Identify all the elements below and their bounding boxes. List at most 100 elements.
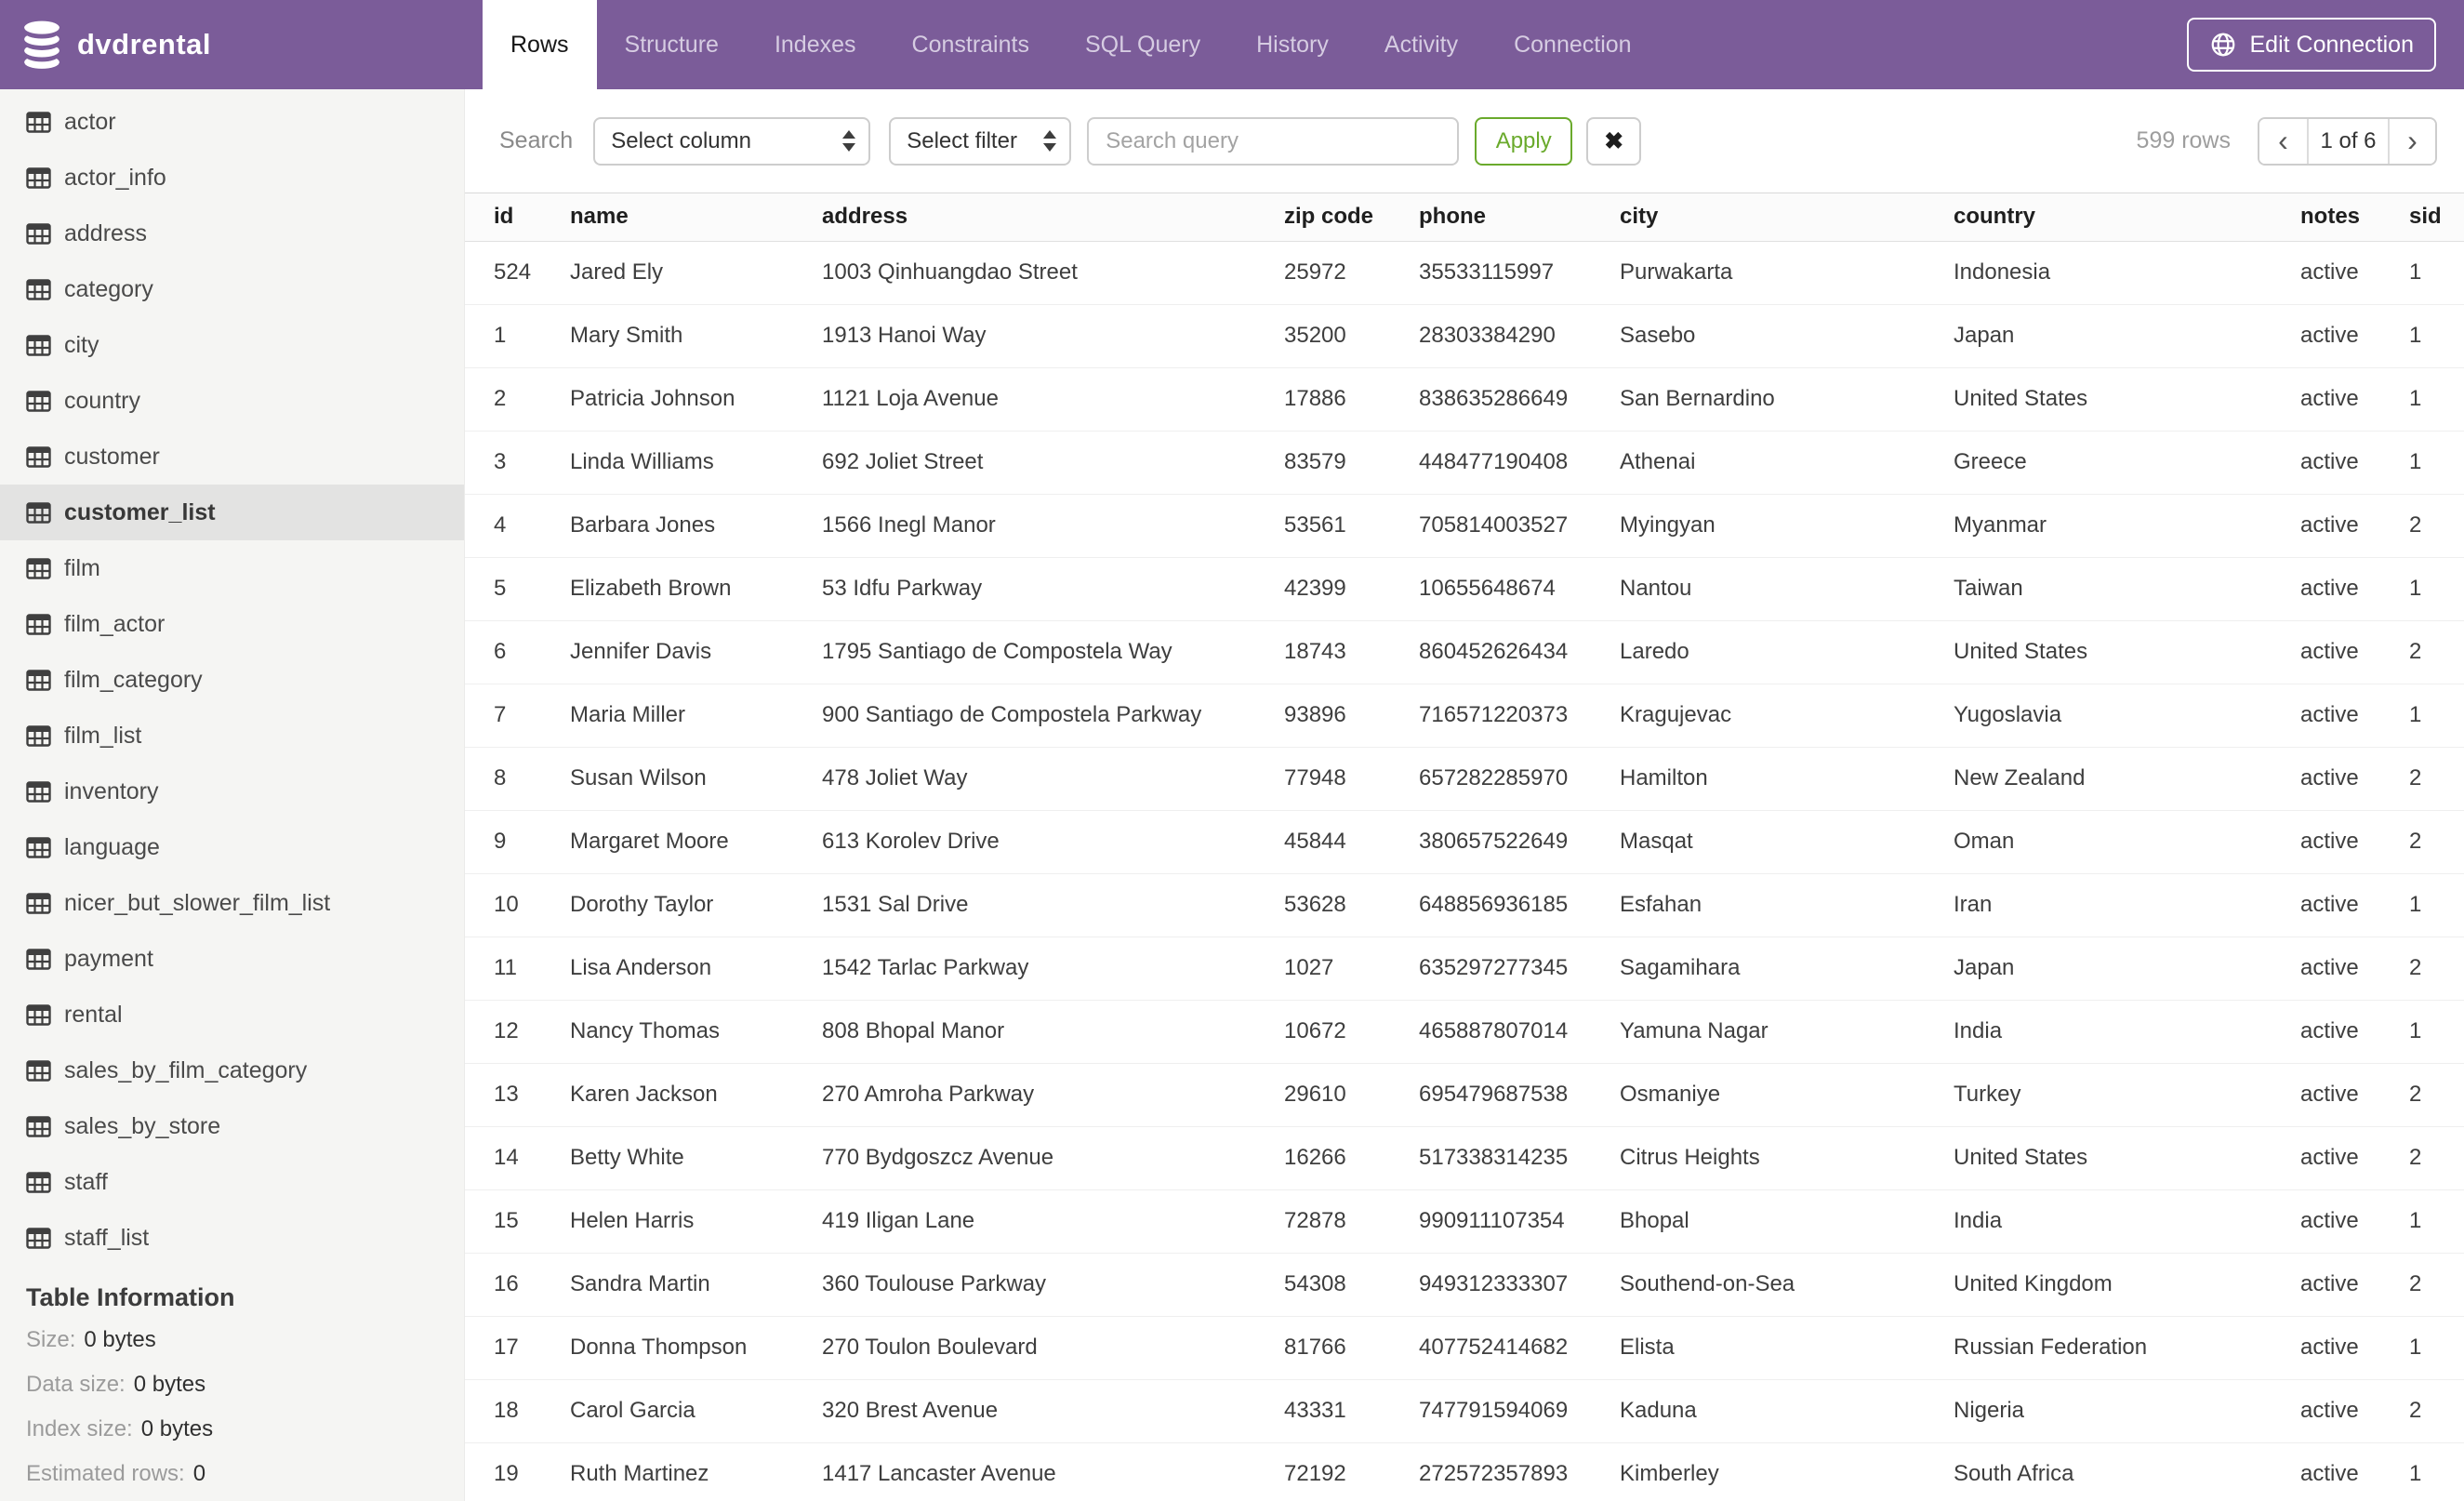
table-row[interactable]: 4 Barbara Jones 1566 Inegl Manor 53561 7…	[465, 493, 2464, 557]
cell-phone[interactable]: 448477190408	[1419, 430, 1620, 494]
cell-name[interactable]: Helen Harris	[570, 1189, 822, 1253]
cell-sid[interactable]: 1	[2409, 1189, 2464, 1253]
header-tab[interactable]: SQL Query	[1057, 0, 1228, 89]
cell-city[interactable]: Elista	[1620, 1315, 1954, 1379]
cell-sid[interactable]: 2	[2409, 809, 2464, 873]
cell-notes[interactable]: active	[2300, 493, 2409, 557]
cell-name[interactable]: Barbara Jones	[570, 493, 822, 557]
cell-sid[interactable]: 2	[2409, 1062, 2464, 1126]
cell-phone[interactable]: 648856936185	[1419, 872, 1620, 936]
cell-notes[interactable]: active	[2300, 303, 2409, 367]
apply-button[interactable]: Apply	[1475, 116, 1573, 166]
cell-phone[interactable]: 10655648674	[1419, 556, 1620, 620]
cell-sid[interactable]: 1	[2409, 999, 2464, 1063]
cell-address[interactable]: 360 Toulouse Parkway	[822, 1252, 1284, 1316]
cell-city[interactable]: Yamuna Nagar	[1620, 999, 1954, 1063]
cell-zip-code[interactable]: 53628	[1284, 872, 1419, 936]
cell-address[interactable]: 613 Korolev Drive	[822, 809, 1284, 873]
cell-phone[interactable]: 407752414682	[1419, 1315, 1620, 1379]
column-header-country[interactable]: country	[1954, 193, 2300, 242]
cell-name[interactable]: Sandra Martin	[570, 1252, 822, 1316]
cell-city[interactable]: Kimberley	[1620, 1441, 1954, 1501]
cell-address[interactable]: 53 Idfu Parkway	[822, 556, 1284, 620]
cell-address[interactable]: 270 Toulon Boulevard	[822, 1315, 1284, 1379]
cell-country[interactable]: United States	[1954, 1125, 2300, 1189]
table-row[interactable]: 16 Sandra Martin 360 Toulouse Parkway 54…	[465, 1252, 2464, 1316]
cell-name[interactable]: Patricia Johnson	[570, 366, 822, 431]
cell-sid[interactable]: 1	[2409, 1441, 2464, 1501]
sidebar-table-item[interactable]: film_category	[0, 652, 464, 708]
sidebar-table-item[interactable]: country	[0, 373, 464, 429]
cell-notes[interactable]: active	[2300, 683, 2409, 747]
cell-phone[interactable]: 949312333307	[1419, 1252, 1620, 1316]
column-header-zip-code[interactable]: zip code	[1284, 193, 1419, 242]
cell-city[interactable]: Myingyan	[1620, 493, 1954, 557]
cell-id[interactable]: 8	[465, 746, 570, 810]
next-page-button[interactable]: ›	[2390, 118, 2435, 164]
sidebar-table-item[interactable]: actor_info	[0, 150, 464, 206]
cell-name[interactable]: Elizabeth Brown	[570, 556, 822, 620]
cell-phone[interactable]: 272572357893	[1419, 1441, 1620, 1501]
cell-notes[interactable]: active	[2300, 936, 2409, 1000]
cell-city[interactable]: Osmaniye	[1620, 1062, 1954, 1126]
cell-country[interactable]: Indonesia	[1954, 240, 2300, 304]
cell-notes[interactable]: active	[2300, 1252, 2409, 1316]
cell-sid[interactable]: 2	[2409, 493, 2464, 557]
cell-zip-code[interactable]: 17886	[1284, 366, 1419, 431]
table-row[interactable]: 15 Helen Harris 419 Iligan Lane 72878 99…	[465, 1189, 2464, 1253]
table-row[interactable]: 1 Mary Smith 1913 Hanoi Way 35200 283033…	[465, 303, 2464, 367]
sidebar-table-item[interactable]: sales_by_film_category	[0, 1043, 464, 1098]
column-header-id[interactable]: id	[465, 193, 570, 242]
cell-address[interactable]: 1566 Inegl Manor	[822, 493, 1284, 557]
cell-country[interactable]: New Zealand	[1954, 746, 2300, 810]
table-row[interactable]: 9 Margaret Moore 613 Korolev Drive 45844…	[465, 809, 2464, 873]
cell-name[interactable]: Nancy Thomas	[570, 999, 822, 1063]
sidebar-table-item[interactable]: film	[0, 540, 464, 596]
cell-notes[interactable]: active	[2300, 746, 2409, 810]
cell-id[interactable]: 2	[465, 366, 570, 431]
cell-sid[interactable]: 2	[2409, 1125, 2464, 1189]
sidebar-table-item[interactable]: customer_list	[0, 485, 464, 540]
sidebar-table-item[interactable]: rental	[0, 987, 464, 1043]
cell-phone[interactable]: 635297277345	[1419, 936, 1620, 1000]
sidebar-table-item[interactable]: sales_by_store	[0, 1098, 464, 1154]
cell-name[interactable]: Lisa Anderson	[570, 936, 822, 1000]
column-header-notes[interactable]: notes	[2300, 193, 2409, 242]
cell-zip-code[interactable]: 45844	[1284, 809, 1419, 873]
sidebar-table-item[interactable]: film_actor	[0, 596, 464, 652]
cell-country[interactable]: Nigeria	[1954, 1378, 2300, 1442]
search-query-input[interactable]	[1087, 116, 1460, 166]
table-row[interactable]: 19 Ruth Martinez 1417 Lancaster Avenue 7…	[465, 1441, 2464, 1501]
cell-id[interactable]: 3	[465, 430, 570, 494]
cell-city[interactable]: Athenai	[1620, 430, 1954, 494]
edit-connection-button[interactable]: Edit Connection	[2187, 18, 2436, 72]
cell-id[interactable]: 4	[465, 493, 570, 557]
cell-notes[interactable]: active	[2300, 1378, 2409, 1442]
cell-zip-code[interactable]: 10672	[1284, 999, 1419, 1063]
cell-id[interactable]: 17	[465, 1315, 570, 1379]
sidebar-table-item[interactable]: category	[0, 261, 464, 317]
cell-country[interactable]: Japan	[1954, 303, 2300, 367]
header-tab[interactable]: Constraints	[884, 0, 1057, 89]
cell-zip-code[interactable]: 54308	[1284, 1252, 1419, 1316]
sidebar-table-item[interactable]: address	[0, 206, 464, 261]
cell-id[interactable]: 15	[465, 1189, 570, 1253]
cell-sid[interactable]: 1	[2409, 303, 2464, 367]
cell-id[interactable]: 1	[465, 303, 570, 367]
cell-city[interactable]: Nantou	[1620, 556, 1954, 620]
cell-city[interactable]: Masqat	[1620, 809, 1954, 873]
sidebar-table-item[interactable]: staff	[0, 1154, 464, 1210]
cell-phone[interactable]: 747791594069	[1419, 1378, 1620, 1442]
cell-name[interactable]: Ruth Martinez	[570, 1441, 822, 1501]
cell-address[interactable]: 1121 Loja Avenue	[822, 366, 1284, 431]
cell-city[interactable]: Citrus Heights	[1620, 1125, 1954, 1189]
cell-city[interactable]: Bhopal	[1620, 1189, 1954, 1253]
cell-city[interactable]: Laredo	[1620, 619, 1954, 684]
cell-city[interactable]: Sasebo	[1620, 303, 1954, 367]
sidebar-table-item[interactable]: actor	[0, 94, 464, 150]
cell-sid[interactable]: 1	[2409, 556, 2464, 620]
filter-select[interactable]: Select filter	[889, 116, 1072, 166]
cell-address[interactable]: 900 Santiago de Compostela Parkway	[822, 683, 1284, 747]
cell-address[interactable]: 692 Joliet Street	[822, 430, 1284, 494]
cell-address[interactable]: 770 Bydgoszcz Avenue	[822, 1125, 1284, 1189]
